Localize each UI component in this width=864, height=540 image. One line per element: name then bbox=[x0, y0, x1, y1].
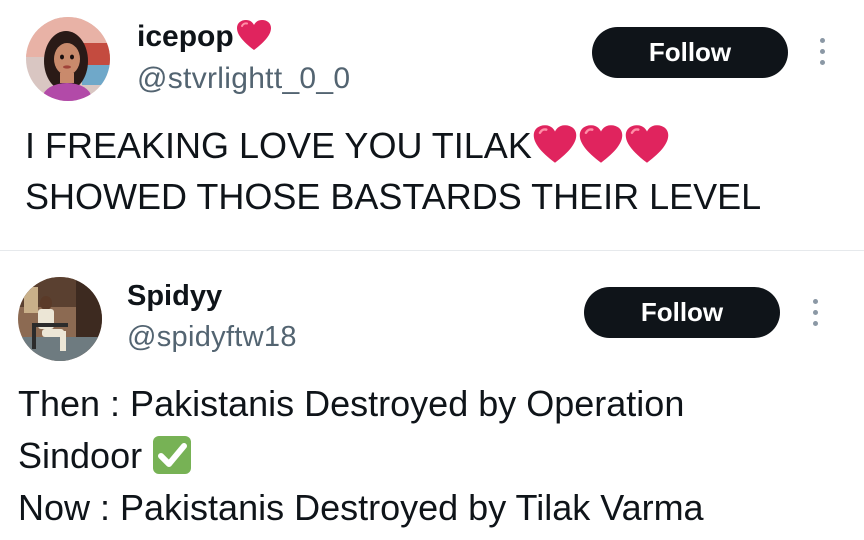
tweet-text-line: I FREAKING LOVE YOU TILAK bbox=[25, 125, 670, 167]
follow-button[interactable]: Follow bbox=[584, 287, 780, 338]
red-heart-icon bbox=[625, 125, 669, 164]
more-options-icon[interactable] bbox=[810, 299, 820, 326]
tweet-text-line: SHOWED THOSE BASTARDS THEIR LEVEL bbox=[25, 176, 762, 217]
user-handle[interactable]: @spidyftw18 bbox=[127, 321, 297, 354]
tweet-text-line: Then : Pakistanis Destroyed by Operation bbox=[18, 383, 685, 424]
display-name-text: icepop bbox=[137, 20, 234, 53]
display-name[interactable]: icepop bbox=[137, 20, 272, 54]
avatar-image bbox=[18, 277, 102, 361]
tweet-text: Sindoor bbox=[18, 435, 143, 476]
more-options-icon[interactable] bbox=[817, 38, 827, 65]
display-name[interactable]: Spidyy bbox=[127, 280, 222, 313]
red-heart-icon bbox=[579, 125, 623, 164]
avatar-image bbox=[26, 17, 110, 101]
follow-button[interactable]: Follow bbox=[592, 27, 788, 78]
red-heart-icon bbox=[236, 20, 271, 51]
check-mark-button-icon bbox=[153, 436, 192, 475]
tweet-text-line: Now : Pakistanis Destroyed by Tilak Varm… bbox=[18, 487, 704, 528]
red-heart-icon bbox=[533, 125, 577, 164]
avatar[interactable] bbox=[18, 277, 102, 361]
tweet-card[interactable]: icepop @stvrlightt_0_0 Follow I FREAKING… bbox=[0, 0, 864, 251]
tweet-text: I FREAKING LOVE YOU TILAK bbox=[25, 125, 532, 166]
user-handle[interactable]: @stvrlightt_0_0 bbox=[137, 62, 350, 96]
avatar[interactable] bbox=[26, 17, 110, 101]
tweet-text-line: Sindoor bbox=[18, 435, 192, 477]
tweet-card[interactable]: Spidyy @spidyftw18 Follow Then : Pakista… bbox=[0, 251, 864, 540]
